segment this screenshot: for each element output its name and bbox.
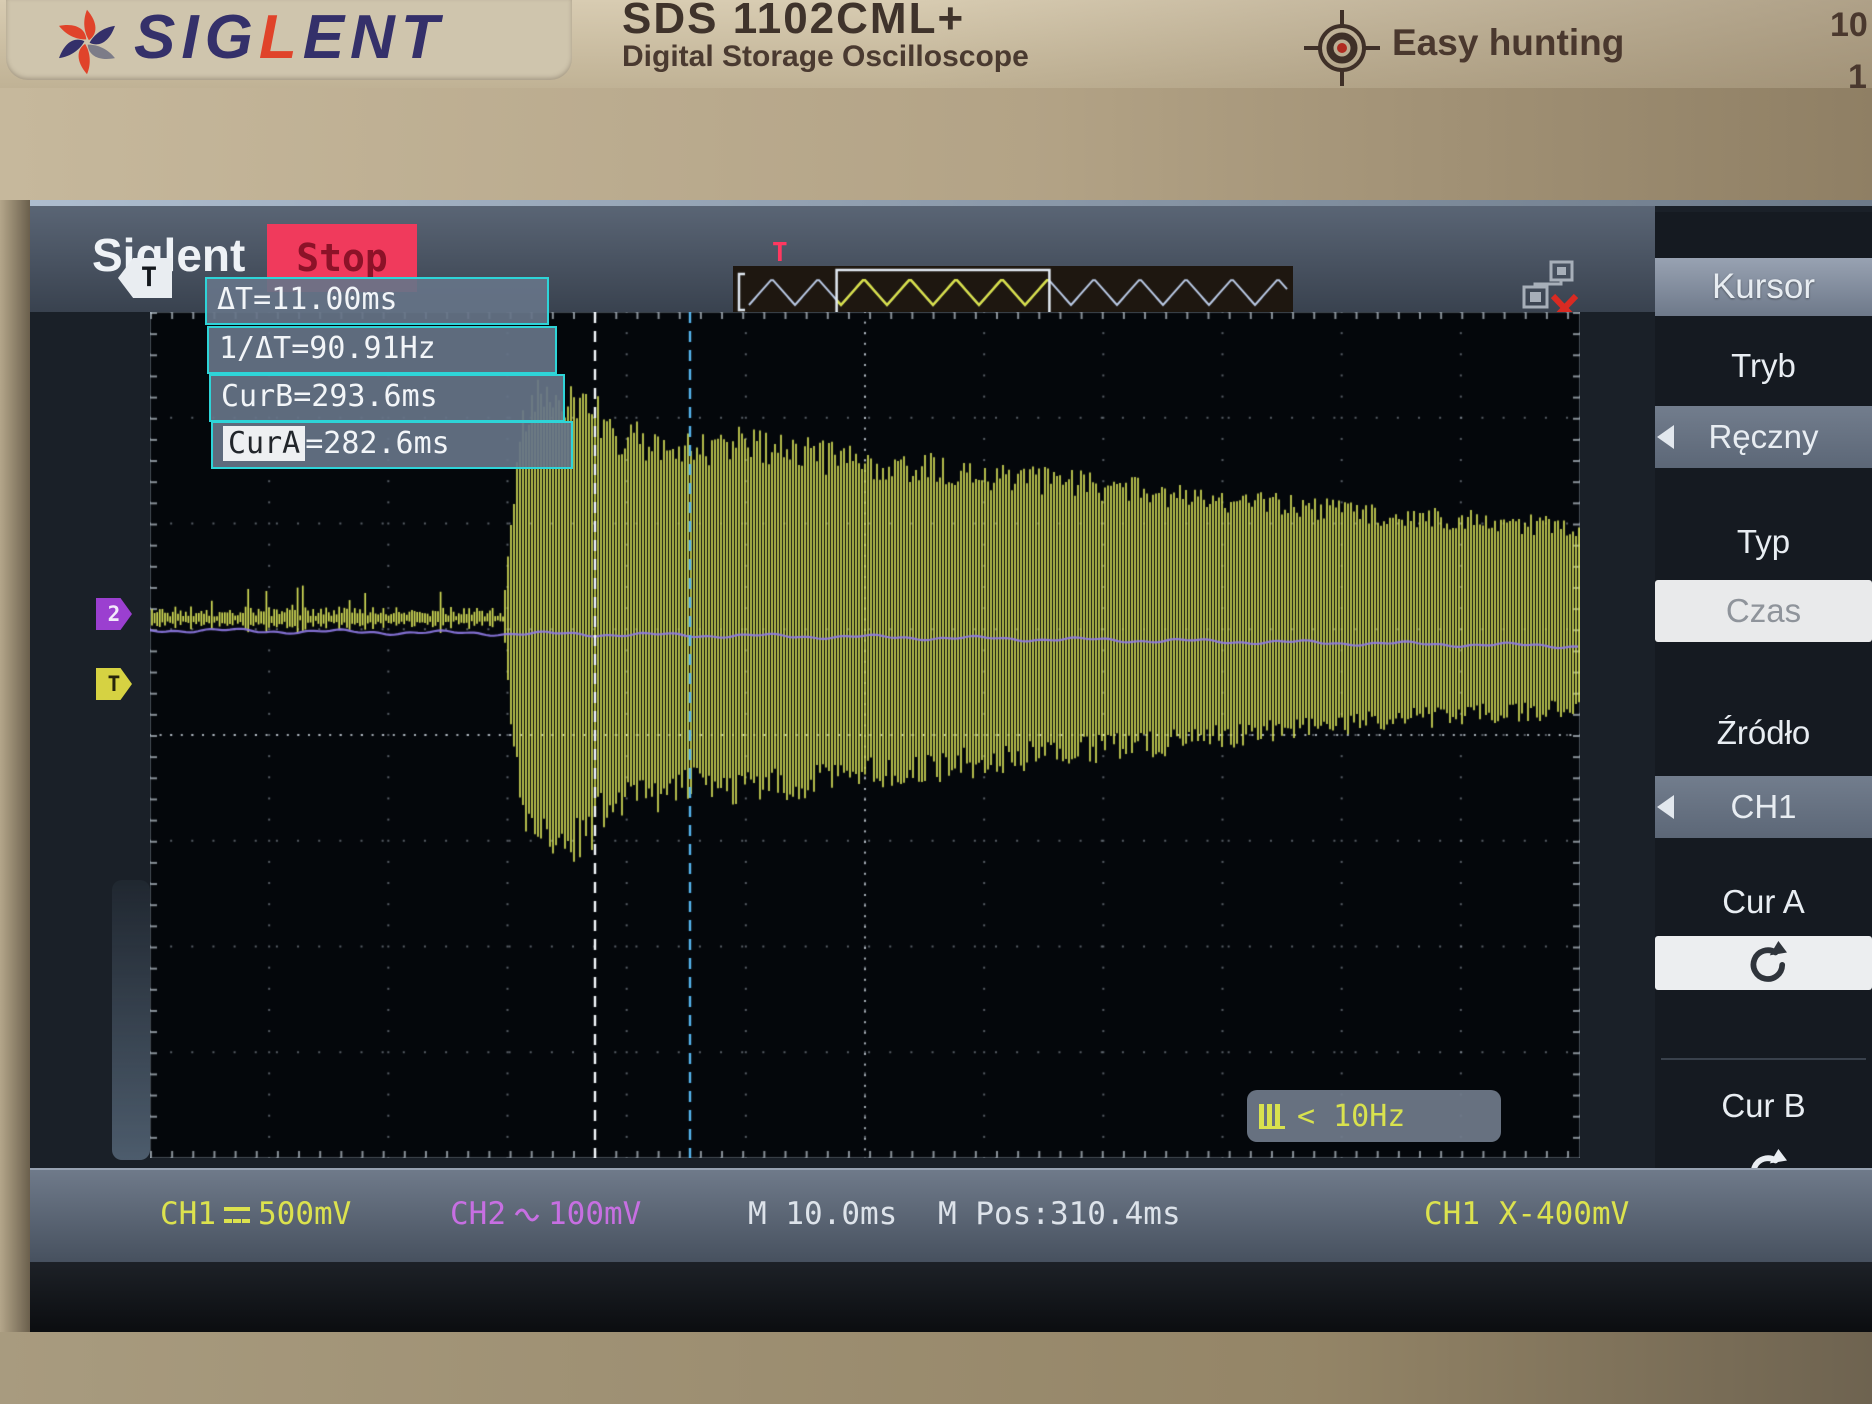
- trigger-level-readout: CH1 X-400mV: [1424, 1196, 1629, 1232]
- device-mid-bezel: [0, 88, 1872, 200]
- cur-a-knob-button[interactable]: [1655, 936, 1872, 990]
- model-subtitle: Digital Storage Oscilloscope: [622, 40, 1029, 74]
- menu-item-tryb[interactable]: Tryb: [1655, 336, 1872, 396]
- dc-coupling-icon: [224, 1207, 250, 1223]
- menu-item-zrodlo[interactable]: Źródło: [1655, 702, 1872, 764]
- menu-value-typ[interactable]: Czas: [1655, 580, 1872, 642]
- frequency-counter-value: < 10Hz: [1297, 1099, 1405, 1134]
- readout-delta-t: ΔT=11.00ms: [205, 277, 549, 325]
- ch1-scale-readout: CH1500mV: [160, 1196, 351, 1232]
- easy-hunting-crosshair-icon: [1300, 8, 1384, 88]
- frequency-counter-icon: [1259, 1104, 1285, 1129]
- readout-inv-delta-t: 1/ΔT=90.91Hz: [207, 326, 557, 374]
- menu-title-kursor: Kursor: [1655, 258, 1872, 316]
- brand-text: SIGLENT: [134, 2, 445, 73]
- timebase-readout: M 10.0ms: [748, 1196, 897, 1232]
- soft-menu: Kursor Tryb Ręczny Typ Czas Źródło CH1 C…: [1655, 212, 1872, 1168]
- screen-lower-shadow: [30, 1262, 1872, 1332]
- menu-item-cur-a[interactable]: Cur A: [1655, 872, 1872, 932]
- siglent-pinwheel-icon: [46, 4, 128, 80]
- screen-glare: [112, 880, 150, 1160]
- trigger-frequency-badge: < 10Hz: [1247, 1090, 1501, 1142]
- m-position-readout: M Pos:310.4ms: [938, 1196, 1181, 1232]
- readout-cursor-b: CurB=293.6ms: [209, 374, 565, 422]
- waveform-preview-bar[interactable]: [733, 266, 1293, 318]
- left-arrow-icon: [1657, 795, 1674, 819]
- menu-value-zrodlo[interactable]: CH1: [1655, 776, 1872, 838]
- bezel-shading: [900, 0, 1872, 88]
- left-arrow-icon: [1657, 425, 1674, 449]
- menu-value-tryb[interactable]: Ręczny: [1655, 406, 1872, 468]
- brand-logo-plate: SIGLENT: [6, 0, 572, 80]
- model-title: SDS 1102CML+: [622, 0, 965, 44]
- tagline-text: Easy hunting: [1392, 22, 1624, 64]
- edge-spec-text: 10: [1830, 6, 1868, 45]
- menu-divider: [1661, 1058, 1866, 1060]
- menu-item-cur-b[interactable]: Cur B: [1655, 1076, 1872, 1136]
- ch2-scale-readout: CH2 100mV: [450, 1196, 641, 1232]
- device-bottom-bezel: [0, 1332, 1872, 1404]
- readout-cursor-a: CurA=282.6ms: [211, 421, 573, 469]
- ac-coupling-icon: [514, 1205, 540, 1223]
- menu-item-typ[interactable]: Typ: [1655, 512, 1872, 572]
- rotate-knob-icon: [1741, 940, 1787, 986]
- trigger-position-marker: T: [772, 238, 788, 268]
- bezel-left-edge: [0, 200, 30, 1332]
